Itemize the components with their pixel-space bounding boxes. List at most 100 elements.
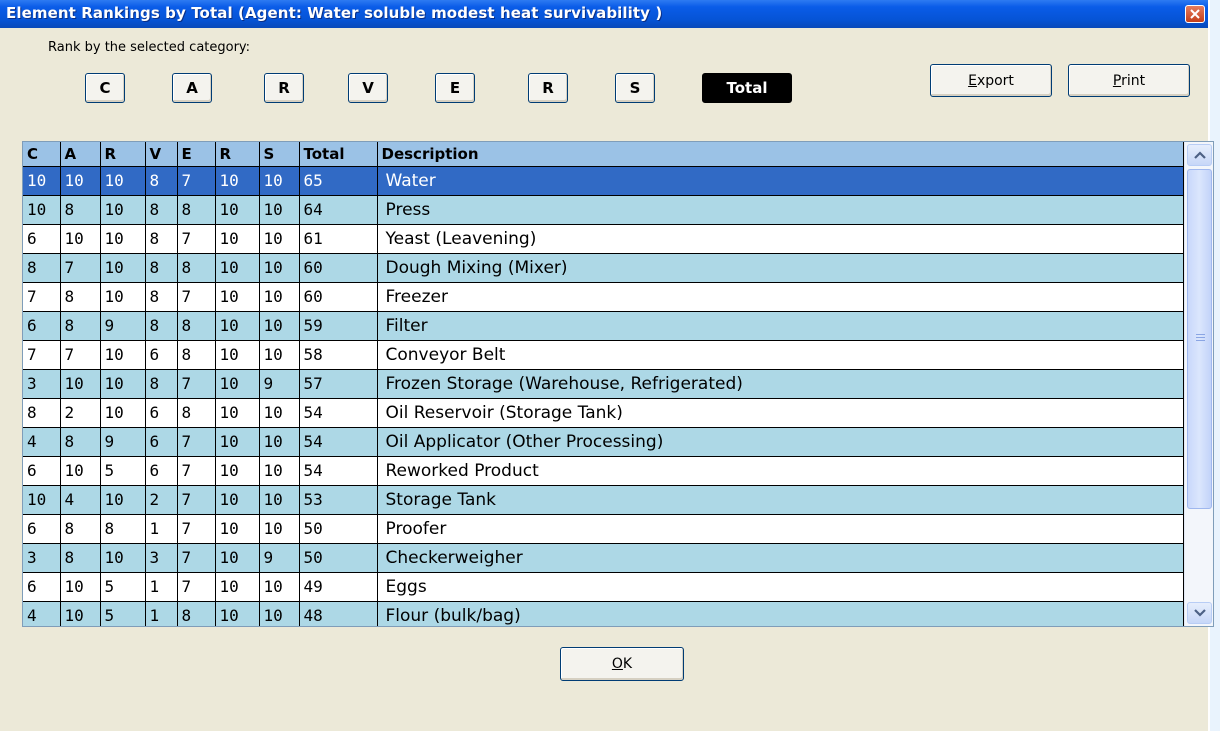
rank-button-a[interactable]: A bbox=[172, 73, 212, 103]
table-row[interactable]: 3 10 10 8 7 10 9 57 Frozen Storage (Warehouse, R… bbox=[23, 369, 1184, 399]
column-header[interactable]: R bbox=[215, 142, 260, 167]
score-cell: 10 bbox=[259, 166, 300, 196]
table-row[interactable]: 10 8 10 8 8 10 10 64 Press bbox=[23, 195, 1184, 225]
score-cell: 50 bbox=[299, 543, 378, 573]
table-row[interactable]: 10 4 10 2 7 10 10 53 Storage Tank bbox=[23, 485, 1184, 515]
description-cell: Yeast (Leavening) bbox=[377, 224, 1184, 254]
score-cell: 7 bbox=[177, 485, 216, 515]
score-cell: 10 bbox=[259, 398, 300, 428]
rank-button-c[interactable]: C bbox=[85, 73, 125, 103]
description-cell: Reworked Product bbox=[377, 456, 1184, 486]
rank-button-r2[interactable]: R bbox=[528, 73, 568, 103]
score-cell: 7 bbox=[177, 369, 216, 399]
scroll-up-button[interactable] bbox=[1187, 144, 1212, 166]
score-cell: 1 bbox=[145, 601, 178, 626]
score-cell: 6 bbox=[145, 340, 178, 370]
table-row[interactable]: 6 8 8 1 7 10 10 50 Proofer bbox=[23, 514, 1184, 544]
score-cell: 10 bbox=[215, 369, 260, 399]
table-row[interactable]: 4 10 5 1 8 10 10 48 Flour (bulk/bag) bbox=[23, 601, 1184, 626]
score-cell: 60 bbox=[299, 253, 378, 283]
column-header[interactable]: R bbox=[100, 142, 146, 167]
table-row[interactable]: 6 10 5 6 7 10 10 54 Reworked Product bbox=[23, 456, 1184, 486]
score-cell: 6 bbox=[23, 224, 61, 254]
column-header[interactable]: Total bbox=[299, 142, 378, 167]
close-button[interactable] bbox=[1185, 5, 1205, 23]
table-row[interactable]: 6 10 5 1 7 10 10 49 Eggs bbox=[23, 572, 1184, 602]
score-cell: 10 bbox=[215, 340, 260, 370]
score-cell: 7 bbox=[177, 572, 216, 602]
table-row[interactable]: 7 7 10 6 8 10 10 58 Conveyor Belt bbox=[23, 340, 1184, 370]
score-cell: 1 bbox=[145, 572, 178, 602]
rankings-grid: C A R V E R S Total Description 10 10 10 8 7 10 10 65 Wa… bbox=[22, 141, 1214, 627]
description-cell: Filter bbox=[377, 311, 1184, 341]
print-button[interactable]: Print bbox=[1068, 64, 1190, 97]
score-cell: 8 bbox=[145, 195, 178, 225]
rank-button-r[interactable]: R bbox=[264, 73, 304, 103]
score-cell: 8 bbox=[145, 311, 178, 341]
score-cell: 7 bbox=[177, 543, 216, 573]
column-header[interactable]: E bbox=[177, 142, 216, 167]
title-bar[interactable]: Element Rankings by Total (Agent: Water … bbox=[0, 0, 1208, 28]
table-row[interactable]: 8 7 10 8 8 10 10 60 Dough Mixing (Mixer) bbox=[23, 253, 1184, 283]
rank-button-v[interactable]: V bbox=[348, 73, 388, 103]
vertical-scrollbar[interactable] bbox=[1184, 142, 1213, 626]
score-cell: 8 bbox=[177, 398, 216, 428]
score-cell: 10 bbox=[259, 195, 300, 225]
score-cell: 10 bbox=[60, 166, 101, 196]
rank-button-label: R bbox=[278, 79, 290, 97]
score-cell: 10 bbox=[259, 282, 300, 312]
rank-button-s[interactable]: S bbox=[615, 73, 655, 103]
score-cell: 8 bbox=[60, 427, 101, 457]
score-cell: 10 bbox=[60, 601, 101, 626]
table-row[interactable]: 6 8 9 8 8 10 10 59 Filter bbox=[23, 311, 1184, 341]
export-button[interactable]: Export bbox=[930, 64, 1052, 97]
scroll-down-button[interactable] bbox=[1187, 602, 1212, 624]
score-cell: 7 bbox=[23, 282, 61, 312]
table-body: 10 10 10 8 7 10 10 65 Water 10 8 10 8 8 10 10 64 Press 6 10… bbox=[23, 166, 1184, 626]
export-label: Export bbox=[968, 72, 1014, 89]
table-row[interactable]: 6 10 10 8 7 10 10 61 Yeast (Leavening) bbox=[23, 224, 1184, 254]
column-header[interactable]: A bbox=[60, 142, 101, 167]
description-cell: Eggs bbox=[377, 572, 1184, 602]
score-cell: 10 bbox=[259, 572, 300, 602]
rank-button-e[interactable]: E bbox=[435, 73, 475, 103]
column-header[interactable]: S bbox=[259, 142, 300, 167]
scroll-thumb[interactable] bbox=[1187, 169, 1212, 509]
rank-button-label: S bbox=[629, 79, 641, 97]
score-cell: 8 bbox=[23, 398, 61, 428]
description-cell: Oil Reservoir (Storage Tank) bbox=[377, 398, 1184, 428]
score-cell: 10 bbox=[259, 456, 300, 486]
ok-button[interactable]: OK bbox=[560, 647, 684, 681]
column-header[interactable]: V bbox=[145, 142, 178, 167]
score-cell: 64 bbox=[299, 195, 378, 225]
column-header[interactable]: Description bbox=[377, 142, 1184, 167]
score-cell: 9 bbox=[259, 543, 300, 573]
table-row[interactable]: 7 8 10 8 7 10 10 60 Freezer bbox=[23, 282, 1184, 312]
score-cell: 58 bbox=[299, 340, 378, 370]
score-cell: 9 bbox=[100, 311, 146, 341]
score-cell: 60 bbox=[299, 282, 378, 312]
table-row[interactable]: 3 8 10 3 7 10 9 50 Checkerweigher bbox=[23, 543, 1184, 573]
score-cell: 3 bbox=[23, 369, 61, 399]
score-cell: 6 bbox=[23, 572, 61, 602]
score-cell: 10 bbox=[100, 398, 146, 428]
score-cell: 7 bbox=[60, 340, 101, 370]
score-cell: 3 bbox=[145, 543, 178, 573]
score-cell: 10 bbox=[100, 485, 146, 515]
table-row[interactable]: 8 2 10 6 8 10 10 54 Oil Reservoir (Storage Tank) bbox=[23, 398, 1184, 428]
table-row[interactable]: 4 8 9 6 7 10 10 54 Oil Applicator (Other Process… bbox=[23, 427, 1184, 457]
score-cell: 10 bbox=[60, 456, 101, 486]
grip-icon bbox=[1196, 334, 1205, 342]
table-row[interactable]: 10 10 10 8 7 10 10 65 Water bbox=[23, 166, 1184, 196]
column-header[interactable]: C bbox=[23, 142, 61, 167]
score-cell: 10 bbox=[259, 427, 300, 457]
score-cell: 54 bbox=[299, 456, 378, 486]
rank-button-label: A bbox=[186, 79, 198, 97]
score-cell: 10 bbox=[215, 398, 260, 428]
score-cell: 10 bbox=[23, 195, 61, 225]
rank-button-label: R bbox=[542, 79, 554, 97]
rankings-table: C A R V E R S Total Description 10 10 10 8 7 10 10 65 Wa… bbox=[23, 142, 1184, 626]
score-cell: 10 bbox=[60, 572, 101, 602]
window-title: Element Rankings by Total (Agent: Water … bbox=[6, 4, 663, 22]
rank-button-total[interactable]: Total bbox=[702, 73, 792, 103]
